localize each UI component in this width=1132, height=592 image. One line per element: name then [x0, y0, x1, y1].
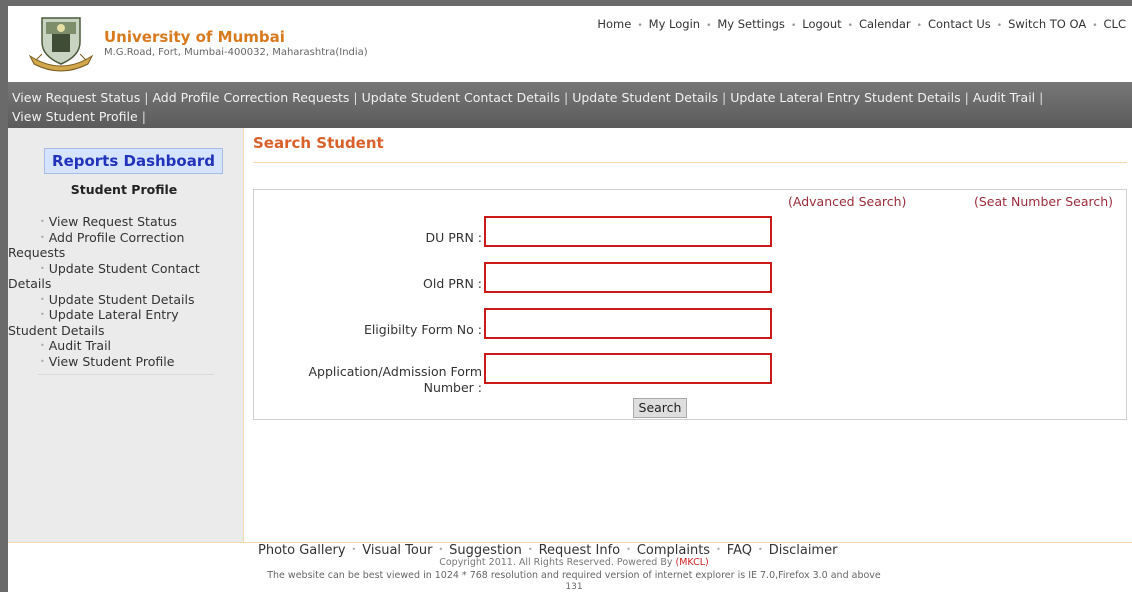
bullet-icon: •	[637, 21, 643, 31]
visitor-counter: 131	[565, 582, 583, 592]
bullet-icon: •	[40, 356, 45, 366]
nav-update-lateral-entry-student-details[interactable]: Update Lateral Entry Student Details	[730, 90, 960, 105]
university-name: University of Mumbai	[104, 28, 285, 46]
title-divider	[253, 162, 1127, 163]
university-address: M.G.Road, Fort, Mumbai-400032, Maharasht…	[104, 47, 368, 58]
university-logo-icon[interactable]	[26, 12, 96, 74]
bullet-icon: •	[706, 21, 712, 31]
footer-link-faq[interactable]: FAQ	[727, 543, 752, 558]
bullet-icon: •	[716, 545, 721, 554]
old-prn-input[interactable]	[484, 262, 772, 293]
sidebar: Reports Dashboard Student Profile • View …	[8, 128, 244, 542]
navbar-row-1: View Request Status | Add Profile Correcti…	[12, 90, 1044, 105]
footer-link-photo-gallery[interactable]: Photo Gallery	[258, 543, 346, 558]
nav-view-request-status[interactable]: View Request Status	[12, 90, 140, 105]
nav-add-profile-correction-requests[interactable]: Add Profile Correction Requests	[152, 90, 349, 105]
nav-audit-trail[interactable]: Audit Trail	[973, 90, 1035, 105]
sidebar-item-audit-trail[interactable]: • Audit Trail	[40, 338, 236, 354]
footer-link-complaints[interactable]: Complaints	[637, 543, 710, 558]
footer-link-visual-tour[interactable]: Visual Tour	[362, 543, 432, 558]
seat-number-search-link[interactable]: (Seat Number Search)	[974, 194, 1113, 209]
bullet-icon: •	[847, 21, 853, 31]
window-frame-left	[0, 0, 8, 592]
du-prn-label: DU PRN :	[425, 230, 482, 245]
sidebar-item-update-student-details[interactable]: • Update Student Details	[40, 292, 236, 308]
nav-view-student-profile[interactable]: View Student Profile	[12, 109, 138, 124]
bullet-icon: •	[757, 545, 763, 554]
bullet-icon: •	[626, 545, 631, 554]
footer-link-suggestion[interactable]: Suggestion	[449, 543, 522, 558]
footer-link-disclaimer[interactable]: Disclaimer	[769, 543, 838, 558]
bullet-icon: •	[40, 263, 45, 273]
bullet-icon: •	[40, 232, 45, 242]
navbar-row-2: View Student Profile |	[12, 109, 146, 124]
reports-dashboard-button[interactable]: Reports Dashboard	[44, 148, 223, 174]
top-link-my-settings[interactable]: My Settings	[717, 17, 785, 31]
top-links: Home • My Login • My Settings • Logout • Calenda…	[597, 17, 1126, 31]
sidebar-menu: • View Request Status • Add Profile Correc…	[8, 214, 236, 370]
sidebar-section-title: Student Profile	[70, 182, 178, 197]
eligibility-form-no-label: Eligibilty Form No :	[363, 322, 482, 337]
site-header: University of Mumbai M.G.Road, Fort, Mum…	[8, 6, 1132, 82]
search-button[interactable]: Search	[633, 398, 687, 418]
bullet-icon: •	[351, 545, 357, 554]
resolution-note: The website can be best viewed in 1024 *…	[267, 570, 881, 581]
du-prn-input[interactable]	[484, 216, 772, 247]
advanced-search-link[interactable]: (Advanced Search)	[788, 194, 906, 209]
copyright-text: Copyright 2011. All Rights Reserved. Pow…	[439, 557, 709, 568]
sidebar-divider	[38, 374, 214, 375]
top-link-contact-us[interactable]: Contact Us	[928, 17, 991, 31]
bullet-icon: •	[527, 545, 533, 554]
bullet-icon: •	[1092, 21, 1098, 31]
sidebar-item-view-request-status[interactable]: • View Request Status	[40, 214, 236, 230]
main-navbar: View Request Status | Add Profile Correcti…	[8, 82, 1132, 128]
bullet-icon: •	[916, 21, 922, 31]
eligibility-form-no-input[interactable]	[484, 308, 772, 339]
bullet-icon: •	[438, 545, 444, 554]
footer-link-request-info[interactable]: Request Info	[539, 543, 621, 558]
bullet-icon: •	[40, 217, 45, 226]
bullet-icon: •	[40, 341, 45, 350]
old-prn-label: Old PRN :	[423, 276, 482, 291]
nav-update-student-contact-details[interactable]: Update Student Contact Details	[362, 90, 560, 105]
mkcl-link[interactable]: (MKCL)	[676, 557, 709, 568]
top-link-home[interactable]: Home	[597, 17, 631, 31]
top-link-calendar[interactable]: Calendar	[859, 17, 911, 31]
bullet-icon: •	[996, 21, 1003, 31]
top-link-switch-to-oa[interactable]: Switch TO OA	[1008, 17, 1086, 31]
top-link-logout[interactable]: Logout	[802, 17, 841, 31]
sidebar-item-update-lateral-entry-student-details[interactable]: • Update Lateral Entry Student Details	[8, 307, 236, 338]
top-link-clc[interactable]: CLC	[1104, 17, 1126, 31]
sidebar-item-view-student-profile[interactable]: • View Student Profile	[40, 354, 236, 370]
footer-links: Photo Gallery • Visual Tour • Suggestion • Req…	[258, 543, 837, 558]
page-title: Search Student	[253, 134, 384, 152]
sidebar-item-add-profile-correction-requests[interactable]: • Add Profile Correction Requests	[8, 230, 236, 261]
top-link-my-login[interactable]: My Login	[649, 17, 700, 31]
nav-update-student-details[interactable]: Update Student Details	[572, 90, 718, 105]
bullet-icon: •	[40, 310, 45, 319]
sidebar-item-update-student-contact-details[interactable]: • Update Student Contact Details	[8, 261, 236, 292]
application-admission-form-number-label: Application/Admission Form Number :	[308, 364, 483, 395]
search-student-form: (Advanced Search) (Seat Number Search) D…	[253, 189, 1127, 420]
bullet-icon: •	[790, 21, 797, 31]
application-admission-form-number-input[interactable]	[484, 353, 772, 384]
bullet-icon: •	[40, 294, 45, 304]
